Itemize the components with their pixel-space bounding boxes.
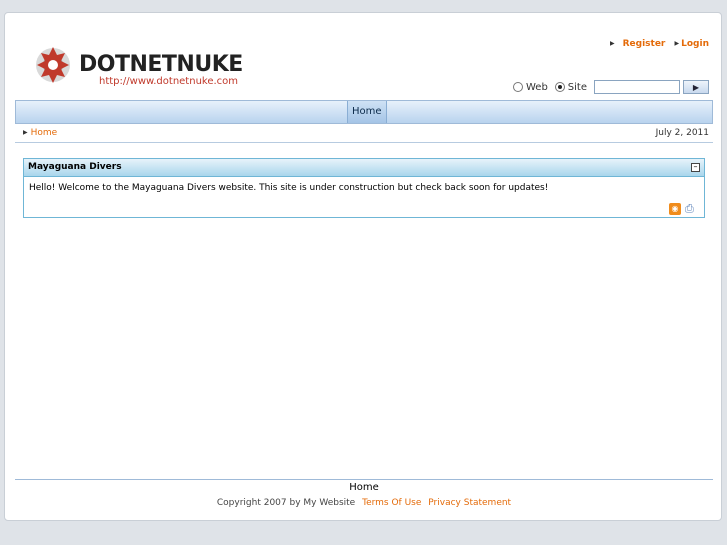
web-radio-label: Web (525, 81, 548, 93)
breadcrumb-home-link[interactable]: Home (31, 128, 58, 138)
auth-links: ▶ Register ▶ Login (610, 39, 709, 49)
logo-url: http://www.dotnetnuke.com (99, 76, 239, 87)
web-radio[interactable] (512, 82, 523, 92)
site-radio-label: Site (567, 81, 587, 93)
minimize-icon[interactable]: – (691, 163, 700, 172)
print-icon[interactable]: ⎙ (685, 203, 699, 215)
triangle-right-icon: ▶ (674, 40, 680, 47)
module-title: Mayaguana Divers (28, 162, 122, 172)
privacy-link[interactable]: Privacy Statement (428, 498, 511, 508)
search-bar: Web Site ▶ (512, 80, 709, 94)
triangle-right-icon: ▶ (609, 40, 615, 47)
site-logo[interactable]: DOTNETNUKE http://www.dotnetnuke.com (33, 37, 263, 97)
main-nav: Home (15, 100, 713, 124)
module-body: Hello! Welcome to the Mayaguana Divers w… (29, 183, 549, 193)
footer-divider (15, 479, 713, 480)
breadcrumb: ▶ Home (23, 128, 57, 138)
dotnetnuke-logo-icon (36, 47, 70, 83)
footer-copyright: Copyright 2007 by My Website Terms Of Us… (5, 498, 723, 508)
module-actions: ◉ ⎙ (669, 203, 699, 215)
module-header: Mayaguana Divers – (24, 159, 704, 177)
terms-link[interactable]: Terms Of Use (362, 498, 421, 508)
header-divider (15, 142, 713, 143)
page-container: DOTNETNUKE http://www.dotnetnuke.com ▶ Re… (4, 12, 722, 521)
current-date: July 2, 2011 (655, 128, 709, 138)
triangle-right-icon: ▶ (23, 129, 28, 136)
footer-nav-home[interactable]: Home (5, 482, 723, 493)
search-go-button[interactable]: ▶ (683, 80, 709, 94)
register-link[interactable]: Register (623, 39, 666, 49)
copyright-text: Copyright 2007 by My Website (216, 498, 356, 508)
play-icon: ▶ (692, 82, 700, 92)
search-input[interactable] (594, 80, 680, 94)
logo-text: DOTNETNUKE (79, 52, 243, 77)
content-module: Mayaguana Divers – Hello! Welcome to the… (23, 158, 705, 218)
rss-icon[interactable]: ◉ (669, 203, 681, 215)
login-link[interactable]: Login (681, 39, 709, 49)
site-radio[interactable] (554, 82, 565, 92)
nav-item-home[interactable]: Home (347, 101, 387, 123)
